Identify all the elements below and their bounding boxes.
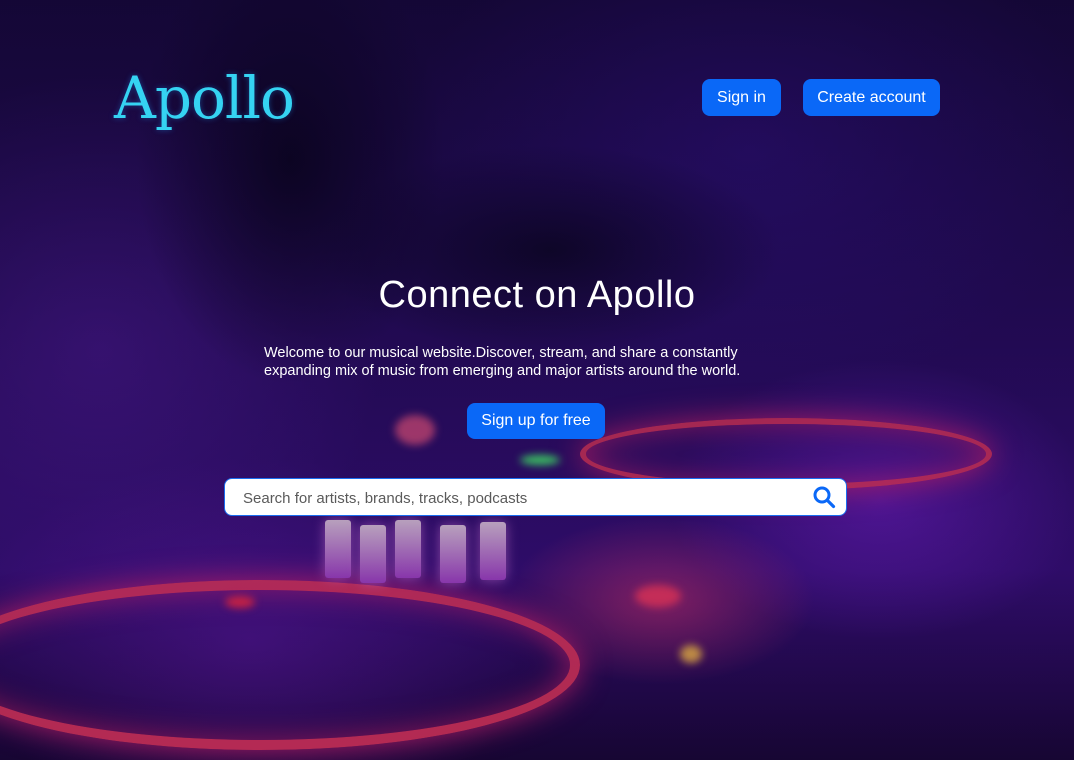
sign-up-free-button[interactable]: Sign up for free (467, 403, 605, 439)
page-title: Connect on Apollo (378, 274, 696, 316)
search-icon[interactable] (812, 485, 836, 509)
create-account-button[interactable]: Create account (803, 79, 940, 116)
search-input[interactable] (241, 479, 805, 517)
search-bar[interactable] (224, 478, 847, 517)
hero-subtitle-line-1: Welcome to our musical website.Discover,… (264, 345, 738, 361)
sign-in-button[interactable]: Sign in (702, 79, 781, 116)
apollo-logo[interactable]: Apollo (114, 64, 295, 132)
hero-subtitle-line-2: expanding mix of music from emerging and… (264, 363, 741, 379)
hero-subtitle: Welcome to our musical website.Discover,… (264, 344, 824, 380)
